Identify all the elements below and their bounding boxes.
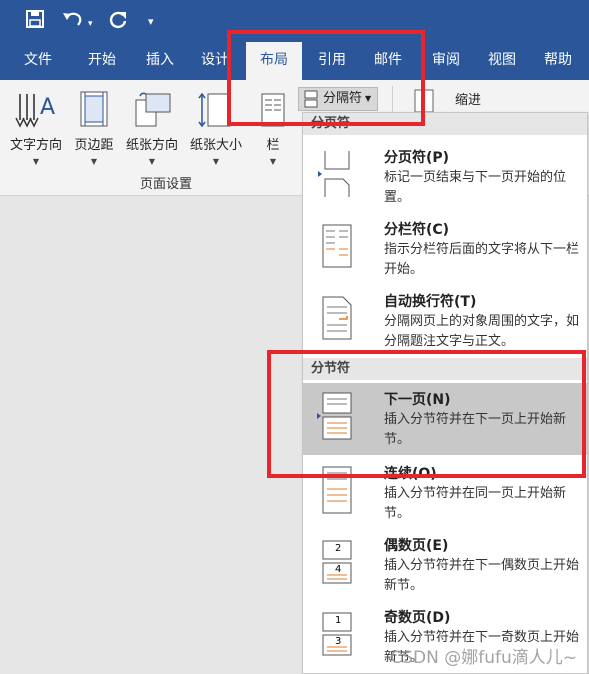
- chevron-down-icon: ▼: [212, 157, 220, 166]
- tab-insert[interactable]: 插入: [132, 42, 188, 80]
- page-break-item[interactable]: 分页符(P) 标记一页结束与下一页开始的位置。: [303, 141, 587, 211]
- tab-home[interactable]: 开始: [74, 42, 130, 80]
- redo-icon[interactable]: [108, 10, 128, 35]
- odd-page-icon: 1 3: [317, 609, 355, 659]
- margins-button[interactable]: 页边距 ▼: [68, 86, 120, 166]
- page-break-icon: [317, 149, 355, 199]
- page-setup-group-label: 页面设置: [140, 177, 193, 192]
- text-wrapping-break-icon: [317, 293, 355, 343]
- even-page-section-break-item[interactable]: 2 4 偶数页(E) 插入分节符并在下一偶数页上开始新节。: [303, 529, 587, 601]
- tab-file[interactable]: 文件: [10, 42, 66, 80]
- chevron-down-icon: ▼: [32, 157, 40, 166]
- column-break-item[interactable]: 分栏符(C) 指示分栏符后面的文字将从下一栏开始。: [303, 213, 587, 285]
- text-direction-icon: A: [4, 86, 68, 134]
- annotation-box-next-page: [267, 350, 586, 478]
- customize-icon[interactable]: ▾: [148, 12, 154, 32]
- chevron-down-icon: ▼: [269, 157, 277, 166]
- annotation-box-layout-breaks: [227, 30, 425, 126]
- chevron-down-icon: ▼: [148, 157, 156, 166]
- tab-view[interactable]: 视图: [474, 42, 530, 80]
- tab-help[interactable]: 帮助: [530, 42, 586, 80]
- svg-text:A: A: [40, 95, 55, 120]
- margins-icon: [68, 86, 120, 134]
- orientation-button[interactable]: 纸张方向 ▼: [120, 86, 184, 166]
- chevron-down-icon: ▼: [90, 157, 98, 166]
- undo-dropdown-icon[interactable]: ▾: [88, 14, 93, 34]
- indent-label: 缩进: [455, 93, 482, 108]
- tab-review[interactable]: 审阅: [418, 42, 474, 80]
- column-break-icon: [317, 221, 355, 271]
- undo-icon[interactable]: [62, 10, 84, 33]
- even-page-icon: 2 4: [317, 537, 355, 587]
- save-icon[interactable]: [26, 10, 44, 33]
- watermark: CSDN @娜fufu滴人儿~: [390, 648, 577, 668]
- text-wrapping-break-item[interactable]: 自动换行符(T) 分隔网页上的对象周围的文字，如分隔题注文字与正文。: [303, 285, 587, 355]
- text-direction-button[interactable]: A 文字方向 ▼: [4, 86, 68, 166]
- orientation-icon: [120, 86, 184, 134]
